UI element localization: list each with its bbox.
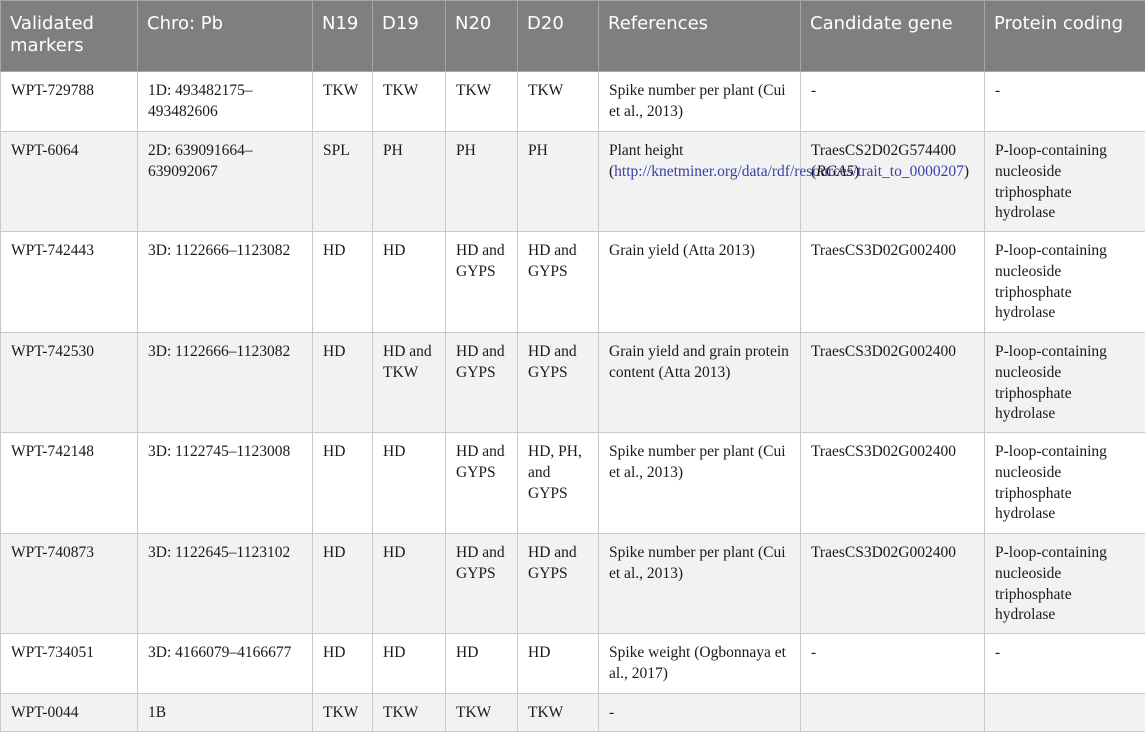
header-row: Validated markers Chro: Pb N19 D19 N20 D… bbox=[1, 1, 1145, 72]
cell-reference: Spike weight (Ogbonnaya et al., 2017) bbox=[599, 634, 801, 694]
cell-marker: WPT-734051 bbox=[1, 634, 138, 694]
cell-reference: Plant height (http://knetminer.org/data/… bbox=[599, 132, 801, 232]
cell-marker: WPT-6064 bbox=[1, 132, 138, 232]
table-row: WPT-6064 2D: 639091664–639092067 SPL PH … bbox=[1, 132, 1145, 232]
markers-table: Validated markers Chro: Pb N19 D19 N20 D… bbox=[0, 0, 1145, 732]
cell-d20: HD and GYPS bbox=[518, 534, 599, 634]
cell-d20: PH bbox=[518, 132, 599, 232]
reference-suffix: ) bbox=[964, 163, 969, 180]
cell-n19: HD bbox=[313, 534, 373, 634]
cell-protein: - bbox=[985, 634, 1145, 694]
table-row: WPT-729788 1D: 493482175–493482606 TKW T… bbox=[1, 72, 1145, 132]
cell-d19: HD bbox=[373, 534, 446, 634]
cell-marker: WPT-742530 bbox=[1, 333, 138, 433]
cell-protein: P-loop-containing nucleoside triphosphat… bbox=[985, 333, 1145, 433]
cell-protein: P-loop-containing nucleoside triphosphat… bbox=[985, 232, 1145, 333]
cell-protein: P-loop-containing nucleoside triphosphat… bbox=[985, 534, 1145, 634]
header-references: References bbox=[599, 1, 801, 72]
table-row: WPT-0044 1B TKW TKW TKW TKW - bbox=[1, 694, 1145, 732]
cell-gene: TraesCS3D02G002400 bbox=[801, 232, 985, 333]
cell-n20: HD and GYPS bbox=[446, 232, 518, 333]
cell-chro: 1B bbox=[138, 694, 313, 732]
cell-chro: 3D: 1122666–1123082 bbox=[138, 333, 313, 433]
cell-reference: Spike number per plant (Cui et al., 2013… bbox=[599, 433, 801, 534]
gene-name: RGA5 bbox=[816, 163, 854, 180]
cell-d19: HD bbox=[373, 232, 446, 333]
cell-d20: HD, PH, and GYPS bbox=[518, 433, 599, 534]
cell-chro: 1D: 493482175–493482606 bbox=[138, 72, 313, 132]
cell-gene: - bbox=[801, 634, 985, 694]
cell-d19: HD and TKW bbox=[373, 333, 446, 433]
cell-n20: HD and GYPS bbox=[446, 433, 518, 534]
cell-gene: TraesCS3D02G002400 bbox=[801, 333, 985, 433]
cell-d19: HD bbox=[373, 634, 446, 694]
cell-protein bbox=[985, 694, 1145, 732]
reference-link[interactable]: http://knetminer.org/data/rdf/resources/… bbox=[614, 163, 964, 180]
table-row: WPT-734051 3D: 4166079–4166677 HD HD HD … bbox=[1, 634, 1145, 694]
cell-reference: Grain yield (Atta 2013) bbox=[599, 232, 801, 333]
cell-d20: HD bbox=[518, 634, 599, 694]
cell-d20: HD and GYPS bbox=[518, 333, 599, 433]
cell-n19: SPL bbox=[313, 132, 373, 232]
cell-n19: HD bbox=[313, 634, 373, 694]
header-d19: D19 bbox=[373, 1, 446, 72]
header-d20: D20 bbox=[518, 1, 599, 72]
table-row: WPT-742148 3D: 1122745–1123008 HD HD HD … bbox=[1, 433, 1145, 534]
header-chro-pb: Chro: Pb bbox=[138, 1, 313, 72]
header-protein-coding: Protein coding bbox=[985, 1, 1145, 72]
cell-protein: - bbox=[985, 72, 1145, 132]
cell-n20: HD bbox=[446, 634, 518, 694]
cell-n19: TKW bbox=[313, 72, 373, 132]
cell-n19: HD bbox=[313, 232, 373, 333]
cell-gene: TraesCS2D02G574400 (RGA5) bbox=[801, 132, 985, 232]
cell-d19: TKW bbox=[373, 72, 446, 132]
cell-d20: TKW bbox=[518, 694, 599, 732]
table-row: WPT-742530 3D: 1122666–1123082 HD HD and… bbox=[1, 333, 1145, 433]
cell-chro: 3D: 4166079–4166677 bbox=[138, 634, 313, 694]
cell-reference: Spike number per plant (Cui et al., 2013… bbox=[599, 72, 801, 132]
cell-n20: TKW bbox=[446, 694, 518, 732]
cell-chro: 3D: 1122645–1123102 bbox=[138, 534, 313, 634]
cell-reference: - bbox=[599, 694, 801, 732]
cell-n19: TKW bbox=[313, 694, 373, 732]
gene-suffix: ) bbox=[854, 163, 859, 180]
cell-n20: PH bbox=[446, 132, 518, 232]
cell-chro: 3D: 1122666–1123082 bbox=[138, 232, 313, 333]
cell-marker: WPT-742148 bbox=[1, 433, 138, 534]
cell-protein: P-loop-containing nucleoside triphosphat… bbox=[985, 433, 1145, 534]
cell-gene: TraesCS3D02G002400 bbox=[801, 433, 985, 534]
header-n20: N20 bbox=[446, 1, 518, 72]
cell-d20: TKW bbox=[518, 72, 599, 132]
cell-marker: WPT-0044 bbox=[1, 694, 138, 732]
table-row: WPT-742443 3D: 1122666–1123082 HD HD HD … bbox=[1, 232, 1145, 333]
cell-d19: HD bbox=[373, 433, 446, 534]
cell-chro: 3D: 1122745–1123008 bbox=[138, 433, 313, 534]
cell-marker: WPT-742443 bbox=[1, 232, 138, 333]
cell-marker: WPT-740873 bbox=[1, 534, 138, 634]
cell-marker: WPT-729788 bbox=[1, 72, 138, 132]
cell-chro: 2D: 639091664–639092067 bbox=[138, 132, 313, 232]
cell-n19: HD bbox=[313, 333, 373, 433]
cell-gene bbox=[801, 694, 985, 732]
cell-d20: HD and GYPS bbox=[518, 232, 599, 333]
header-n19: N19 bbox=[313, 1, 373, 72]
cell-d19: PH bbox=[373, 132, 446, 232]
header-candidate-gene: Candidate gene bbox=[801, 1, 985, 72]
cell-d19: TKW bbox=[373, 694, 446, 732]
cell-n20: HD and GYPS bbox=[446, 534, 518, 634]
cell-gene: TraesCS3D02G002400 bbox=[801, 534, 985, 634]
header-validated-markers: Validated markers bbox=[1, 1, 138, 72]
table-row: WPT-740873 3D: 1122645–1123102 HD HD HD … bbox=[1, 534, 1145, 634]
cell-reference: Spike number per plant (Cui et al., 2013… bbox=[599, 534, 801, 634]
cell-n20: TKW bbox=[446, 72, 518, 132]
cell-n19: HD bbox=[313, 433, 373, 534]
cell-protein: P-loop-containing nucleoside triphosphat… bbox=[985, 132, 1145, 232]
cell-n20: HD and GYPS bbox=[446, 333, 518, 433]
cell-reference: Grain yield and grain protein content (A… bbox=[599, 333, 801, 433]
cell-gene: - bbox=[801, 72, 985, 132]
